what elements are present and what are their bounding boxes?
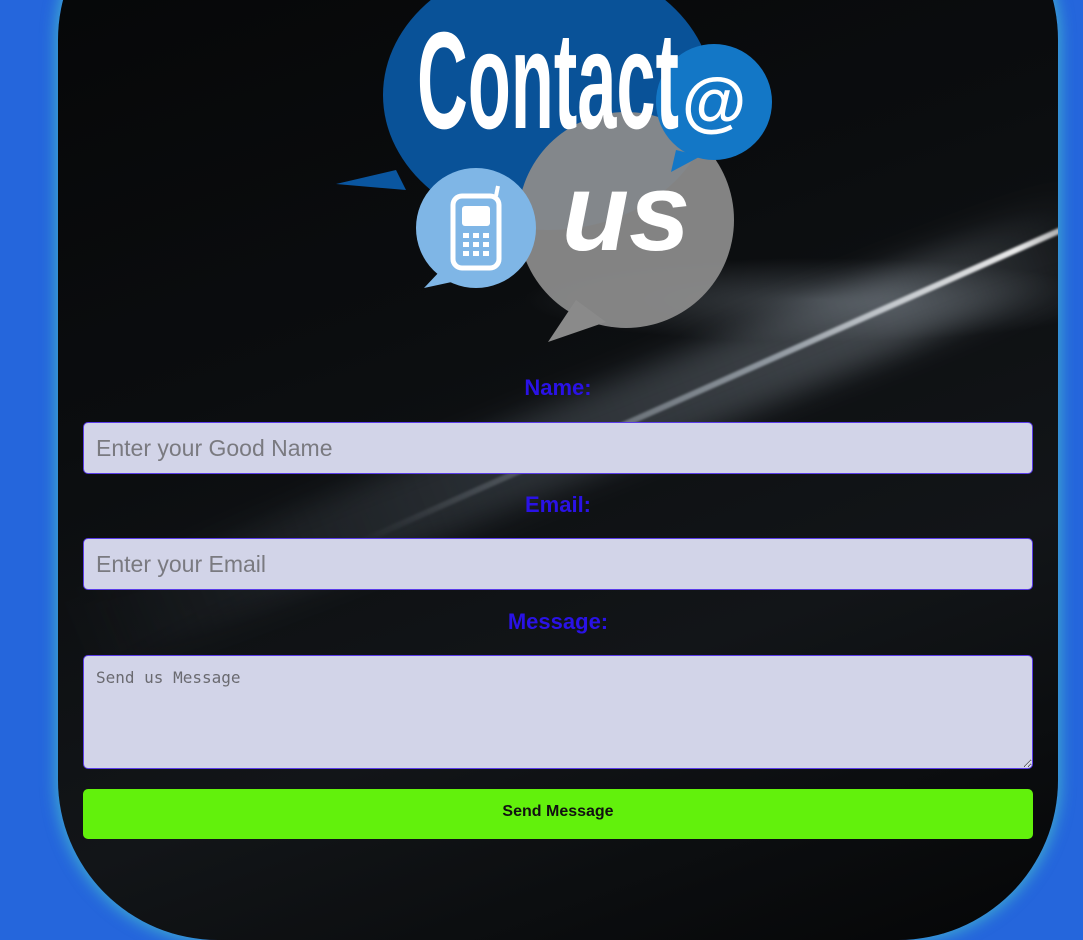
contact-card: @ Contact us Name: Email: Message: Send … — [58, 0, 1058, 940]
name-input[interactable] — [83, 422, 1033, 474]
logo-word-contact: Contact — [417, 4, 679, 158]
contact-us-logo: @ Contact us — [336, 0, 772, 342]
send-message-button[interactable]: Send Message — [83, 789, 1033, 839]
name-label: Name: — [524, 375, 592, 400]
message-textarea[interactable] — [83, 655, 1033, 769]
phone-bubble — [416, 168, 536, 288]
logo-word-us: us — [562, 151, 690, 274]
email-input[interactable] — [83, 538, 1033, 590]
email-label: Email: — [524, 492, 592, 517]
message-label: Message: — [507, 609, 609, 634]
at-symbol: @ — [682, 64, 746, 138]
